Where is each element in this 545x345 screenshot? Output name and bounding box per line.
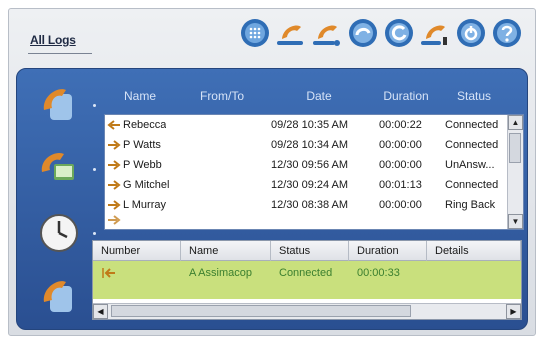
row-status: Connected <box>445 139 499 151</box>
dialpad-icon[interactable] <box>238 16 272 50</box>
nav-item-phone[interactable] <box>18 74 100 136</box>
table-row[interactable]: Rebecca 09/28 10:35 AM 00:00:22 Connecte… <box>105 115 523 135</box>
nav-item-phone-contact[interactable] <box>18 266 100 328</box>
phone-computer-icon <box>41 152 74 180</box>
column-header-date[interactable]: Date <box>268 89 370 103</box>
column-header-details[interactable]: Details <box>427 241 521 261</box>
row-duration: 00:00:00 <box>379 159 422 171</box>
row-name: P Webb <box>123 159 162 171</box>
row-status: Ring Back <box>445 199 496 211</box>
active-call-status: Connected <box>279 267 333 279</box>
row-duration: 00:00:00 <box>379 199 422 211</box>
phone-refresh-icon[interactable] <box>346 16 380 50</box>
active-call-number <box>93 261 181 299</box>
title-underline <box>28 53 92 54</box>
row-date: 12/30 09:56 AM <box>271 159 349 171</box>
outgoing-call-icon <box>108 160 121 170</box>
call-log-table: Name From/To Date Duration Status Rebecc… <box>104 80 524 232</box>
column-header-name[interactable]: Name <box>104 89 176 103</box>
table-row[interactable]: P Webb 12/30 09:56 AM 00:00:00 UnAnsw... <box>105 155 523 175</box>
column-header-duration[interactable]: Duration <box>349 241 427 261</box>
column-header-number[interactable]: Number <box>93 241 181 261</box>
outgoing-call-icon <box>108 200 121 210</box>
row-duration: 00:01:13 <box>379 179 422 191</box>
add-contact-icon[interactable] <box>274 16 308 50</box>
edit-contact-icon[interactable] <box>310 16 344 50</box>
row-name: P Watts <box>123 139 161 151</box>
scroll-up-button[interactable]: ▲ <box>508 115 523 130</box>
scroll-thumb[interactable] <box>111 305 411 317</box>
nav-indicator <box>93 168 96 171</box>
active-calls-header: Number Name Status Duration Details <box>93 241 521 261</box>
power-icon[interactable] <box>454 16 488 50</box>
scroll-down-button[interactable]: ▼ <box>508 214 523 229</box>
page-title[interactable]: All Logs <box>30 33 76 47</box>
active-call-row[interactable]: A Assimacop Connected 00:00:33 <box>93 261 521 299</box>
row-status: Connected <box>445 119 499 131</box>
row-duration: 00:00:00 <box>379 139 422 151</box>
nav-item-phone-computer[interactable] <box>18 138 100 200</box>
column-header-status[interactable]: Status <box>271 241 349 261</box>
active-call-details <box>427 261 521 299</box>
table-row[interactable]: G Mitchel 12/30 09:24 AM 00:01:13 Connec… <box>105 175 523 195</box>
nav-item-clock[interactable] <box>18 202 100 264</box>
column-header-from[interactable]: From/To <box>176 89 268 103</box>
table-row[interactable]: P Watts 09/28 10:34 AM 00:00:00 Connecte… <box>105 135 523 155</box>
active-calls-scrollbar[interactable]: ◀ ▶ <box>93 303 521 319</box>
call-log-scrollbar[interactable]: ▲ ▼ <box>507 115 523 229</box>
clock-icon <box>40 214 78 252</box>
table-row[interactable]: L Murray 12/30 08:38 AM 00:00:00 Ring Ba… <box>105 195 523 215</box>
help-icon[interactable] <box>490 16 524 50</box>
phone-redial-icon[interactable] <box>382 16 416 50</box>
contact-details-icon[interactable] <box>418 16 452 50</box>
column-header-status[interactable]: Status <box>442 89 506 103</box>
row-name: Rebecca <box>123 119 167 131</box>
scroll-right-button[interactable]: ▶ <box>506 304 521 319</box>
outgoing-call-icon <box>108 140 121 150</box>
phone-contact-icon <box>43 281 72 312</box>
table-row-partial[interactable] <box>105 215 523 225</box>
row-date: 09/28 10:35 AM <box>271 119 349 131</box>
active-call-name: A Assimacop <box>189 267 252 279</box>
row-status: UnAnsw... <box>445 159 495 171</box>
toolbar <box>238 16 524 52</box>
column-header-name[interactable]: Name <box>181 241 271 261</box>
call-log-header: Name From/To Date Duration Status <box>104 80 524 112</box>
incoming-call-icon <box>102 268 115 278</box>
incoming-call-icon <box>107 120 120 130</box>
column-header-duration[interactable]: Duration <box>370 89 442 103</box>
row-name: L Murray <box>123 199 166 211</box>
row-name: G Mitchel <box>123 179 170 191</box>
nav-indicator <box>93 104 96 107</box>
active-call-duration: 00:00:33 <box>357 267 400 279</box>
row-date: 12/30 08:38 AM <box>271 199 349 211</box>
outgoing-call-icon <box>108 180 121 190</box>
outgoing-call-icon <box>108 215 121 225</box>
row-date: 12/30 09:24 AM <box>271 179 349 191</box>
side-nav <box>18 70 100 328</box>
row-date: 09/28 10:34 AM <box>271 139 349 151</box>
phone-icon <box>43 89 72 120</box>
scroll-thumb[interactable] <box>509 133 521 163</box>
active-calls-table: Number Name Status Duration Details A As… <box>92 240 522 320</box>
scroll-left-button[interactable]: ◀ <box>93 304 108 319</box>
row-duration: 00:00:22 <box>379 119 422 131</box>
row-status: Connected <box>445 179 499 191</box>
nav-indicator <box>93 232 96 235</box>
call-log-body: Rebecca 09/28 10:35 AM 00:00:22 Connecte… <box>104 114 524 230</box>
